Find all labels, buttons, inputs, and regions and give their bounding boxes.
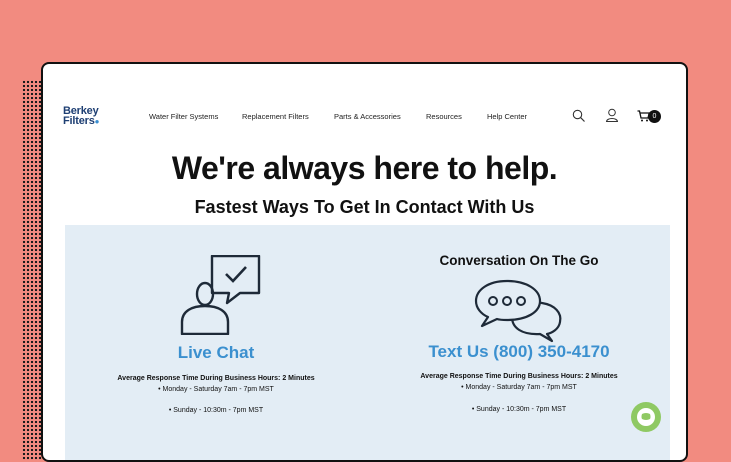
- browser-window: Berkey Filters● Water Filter Systems Rep…: [41, 62, 688, 462]
- page-title: We're always here to help.: [171, 150, 558, 186]
- contact-options-panel: Live Chat Average Response Time During B…: [65, 225, 670, 460]
- water-drop-icon: ●: [94, 117, 100, 126]
- live-chat-weekday-hours: • Monday - Saturday 7am - 7pm MST: [158, 386, 274, 393]
- text-us-weekday-hours: • Monday - Saturday 7am - 7pm MST: [461, 384, 577, 391]
- text-us-sunday-hours: • Sunday - 10:30m - 7pm MST: [471, 406, 567, 413]
- live-chat-response-time: Average Response Time During Business Ho…: [117, 375, 315, 382]
- search-icon[interactable]: [572, 109, 586, 123]
- cart-count-badge[interactable]: 0: [648, 110, 661, 123]
- chat-widget-button[interactable]: [631, 402, 661, 432]
- live-chat-sunday-hours: • Sunday - 10:30m - 7pm MST: [168, 407, 264, 414]
- nav-water-filter-systems[interactable]: Water Filter Systems: [149, 112, 218, 121]
- conversation-heading: Conversation On The Go: [439, 253, 599, 268]
- live-chat-agent-icon: [180, 255, 261, 335]
- logo-line-2: Filters●: [63, 115, 100, 127]
- nav-replacement-filters[interactable]: Replacement Filters: [242, 112, 309, 121]
- live-chat-link[interactable]: Live Chat: [65, 343, 367, 363]
- nav-help-center[interactable]: Help Center: [487, 112, 527, 121]
- user-account-icon[interactable]: [605, 108, 619, 123]
- page-subtitle: Fastest Ways To Get In Contact With Us: [194, 197, 535, 217]
- text-us-phone-link[interactable]: Text Us (800) 350-4170: [368, 342, 670, 362]
- nav-parts-accessories[interactable]: Parts & Accessories: [334, 112, 401, 121]
- nav-resources[interactable]: Resources: [426, 112, 462, 121]
- chat-bubble-icon: [637, 408, 655, 426]
- speech-bubbles-icon: [474, 279, 562, 343]
- berkey-filters-logo[interactable]: Berkey Filters●: [63, 106, 99, 127]
- text-us-response-time: Average Response Time During Business Ho…: [420, 373, 618, 380]
